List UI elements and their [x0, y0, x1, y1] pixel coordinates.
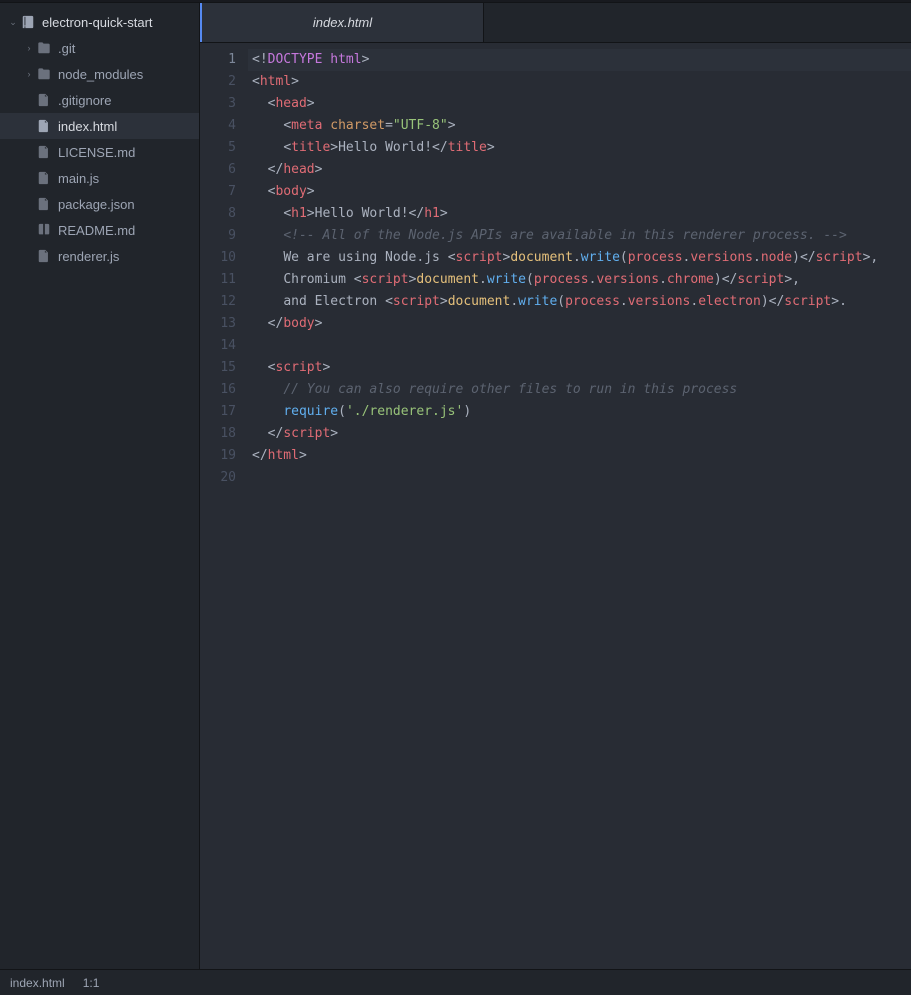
chevron-down-icon[interactable]: ⌄: [8, 17, 18, 28]
tree-item-label: index.html: [58, 119, 199, 134]
file-icon: [36, 248, 52, 264]
line-number[interactable]: 15: [200, 357, 236, 379]
file-icon: [36, 118, 52, 134]
tree-item-README-md[interactable]: README.md: [0, 217, 199, 243]
file-tree-panel[interactable]: ⌄ electron-quick-start › .git › node_modules.…: [0, 3, 200, 969]
tree-item-renderer-js[interactable]: renderer.js: [0, 243, 199, 269]
code-line[interactable]: <body>: [248, 181, 911, 203]
tree-item-label: main.js: [58, 171, 199, 186]
repo-icon: [20, 14, 36, 30]
folder-icon: [36, 40, 52, 56]
code-line[interactable]: [248, 335, 911, 357]
code-line[interactable]: </head>: [248, 159, 911, 181]
code-line[interactable]: </html>: [248, 445, 911, 467]
line-number[interactable]: 19: [200, 445, 236, 467]
file-icon: [36, 92, 52, 108]
code-line[interactable]: [248, 467, 911, 489]
code-line[interactable]: <!-- All of the Node.js APIs are availab…: [248, 225, 911, 247]
code-line[interactable]: <title>Hello World!</title>: [248, 137, 911, 159]
status-bar: index.html 1:1: [0, 969, 911, 995]
tree-item-label: .git: [58, 41, 199, 56]
line-number[interactable]: 11: [200, 269, 236, 291]
tree-item-label: renderer.js: [58, 249, 199, 264]
tree-item-label: package.json: [58, 197, 199, 212]
code-line[interactable]: <head>: [248, 93, 911, 115]
code-line[interactable]: Chromium <script>document.write(process.…: [248, 269, 911, 291]
chevron-right-icon[interactable]: ›: [24, 69, 34, 79]
line-number[interactable]: 8: [200, 203, 236, 225]
tree-item-label: .gitignore: [58, 93, 199, 108]
status-cursor-position[interactable]: 1:1: [83, 976, 100, 990]
file-icon: [36, 144, 52, 160]
chevron-right-icon[interactable]: ›: [24, 43, 34, 53]
book-icon: [36, 222, 52, 238]
code-line[interactable]: </script>: [248, 423, 911, 445]
main-split: ⌄ electron-quick-start › .git › node_modules.…: [0, 3, 911, 969]
line-number[interactable]: 9: [200, 225, 236, 247]
line-number[interactable]: 7: [200, 181, 236, 203]
code-line[interactable]: <html>: [248, 71, 911, 93]
line-number[interactable]: 12: [200, 291, 236, 313]
tree-root[interactable]: ⌄ electron-quick-start: [0, 9, 199, 35]
line-number-gutter: 1234567891011121314151617181920: [200, 43, 244, 969]
code-line[interactable]: <meta charset="UTF-8">: [248, 115, 911, 137]
code-line[interactable]: require('./renderer.js'): [248, 401, 911, 423]
line-number[interactable]: 5: [200, 137, 236, 159]
tree-item-main-js[interactable]: main.js: [0, 165, 199, 191]
tree-item--gitignore[interactable]: .gitignore: [0, 87, 199, 113]
tree-item-label: node_modules: [58, 67, 199, 82]
line-number[interactable]: 10: [200, 247, 236, 269]
tree-item-index-html[interactable]: index.html: [0, 113, 199, 139]
line-number[interactable]: 2: [200, 71, 236, 93]
editor-column: index.html 12345678910111213141516171819…: [200, 3, 911, 969]
tab-label: index.html: [313, 15, 372, 30]
tree-item-label: LICENSE.md: [58, 145, 199, 160]
line-number[interactable]: 16: [200, 379, 236, 401]
folder-icon: [36, 66, 52, 82]
code-content[interactable]: <!DOCTYPE html><html> <head> <meta chars…: [244, 43, 911, 969]
code-line[interactable]: <h1>Hello World!</h1>: [248, 203, 911, 225]
file-icon: [36, 170, 52, 186]
code-editor[interactable]: 1234567891011121314151617181920 <!DOCTYP…: [200, 43, 911, 969]
tree-item-label: electron-quick-start: [42, 15, 199, 30]
code-line[interactable]: </body>: [248, 313, 911, 335]
line-number[interactable]: 3: [200, 93, 236, 115]
line-number[interactable]: 13: [200, 313, 236, 335]
code-line[interactable]: We are using Node.js <script>document.wr…: [248, 247, 911, 269]
tree-item--git[interactable]: › .git: [0, 35, 199, 61]
code-line[interactable]: <script>: [248, 357, 911, 379]
line-number[interactable]: 18: [200, 423, 236, 445]
line-number[interactable]: 17: [200, 401, 236, 423]
tab-bar[interactable]: index.html: [200, 3, 911, 43]
line-number[interactable]: 14: [200, 335, 236, 357]
tree-item-package-json[interactable]: package.json: [0, 191, 199, 217]
tree-item-label: README.md: [58, 223, 199, 238]
code-line[interactable]: <!DOCTYPE html>: [248, 49, 911, 71]
tree-item-LICENSE-md[interactable]: LICENSE.md: [0, 139, 199, 165]
line-number[interactable]: 1: [200, 49, 236, 71]
tree-item-node-modules[interactable]: › node_modules: [0, 61, 199, 87]
code-line[interactable]: // You can also require other files to r…: [248, 379, 911, 401]
line-number[interactable]: 6: [200, 159, 236, 181]
code-line[interactable]: and Electron <script>document.write(proc…: [248, 291, 911, 313]
status-file-name[interactable]: index.html: [10, 976, 65, 990]
line-number[interactable]: 4: [200, 115, 236, 137]
tab-index-html[interactable]: index.html: [200, 3, 484, 42]
file-icon: [36, 196, 52, 212]
line-number[interactable]: 20: [200, 467, 236, 489]
